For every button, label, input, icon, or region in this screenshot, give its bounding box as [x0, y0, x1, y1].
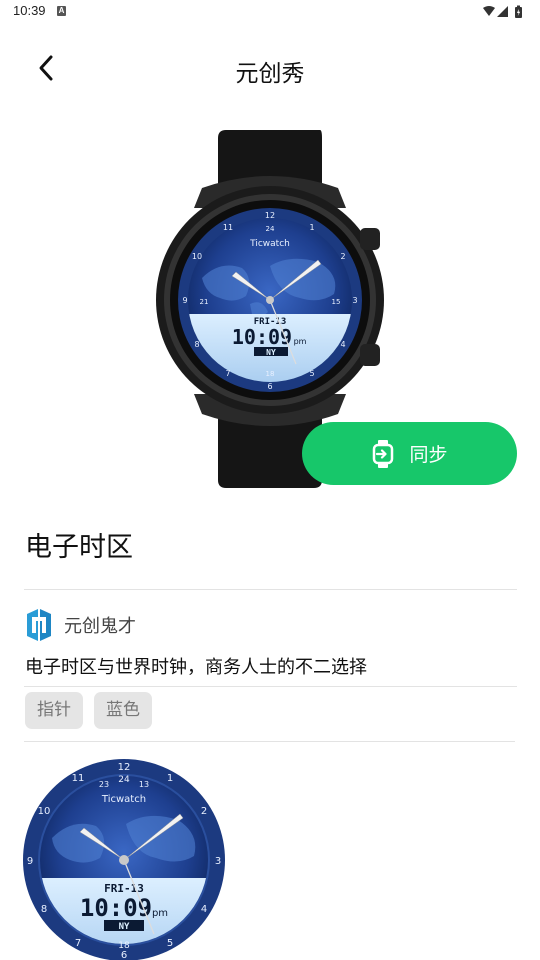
svg-text:21: 21: [200, 298, 209, 306]
svg-text:6: 6: [267, 382, 272, 391]
svg-text:12: 12: [265, 211, 275, 220]
svg-text:11: 11: [223, 223, 233, 232]
svg-text:3: 3: [215, 856, 221, 867]
svg-text:18: 18: [266, 370, 275, 378]
svg-text:NY: NY: [119, 922, 130, 932]
svg-text:1: 1: [167, 773, 173, 784]
svg-text:13: 13: [139, 780, 149, 789]
wifi-icon: [483, 6, 495, 16]
tag-item[interactable]: 指针: [25, 692, 83, 729]
svg-text:7: 7: [225, 369, 230, 378]
svg-text:15: 15: [332, 298, 341, 306]
svg-text:2: 2: [340, 252, 345, 261]
svg-text:NY: NY: [266, 348, 276, 357]
divider: [24, 741, 515, 742]
svg-text:10:09: 10:09: [232, 325, 292, 349]
svg-text:18: 18: [118, 941, 130, 951]
svg-text:9: 9: [182, 296, 187, 305]
svg-text:6: 6: [121, 950, 127, 960]
watch-sync-icon: [373, 439, 394, 468]
svg-text:Ticwatch: Ticwatch: [249, 239, 290, 249]
status-time: 10:39: [13, 3, 46, 18]
author-name: 元创鬼才: [64, 616, 136, 637]
app-bar: 元创秀: [0, 40, 540, 96]
svg-text:Ticwatch: Ticwatch: [101, 794, 146, 805]
sync-button[interactable]: 同步: [302, 422, 517, 485]
sync-button-label: 同步: [409, 444, 448, 466]
svg-text:5: 5: [309, 369, 314, 378]
svg-text:10: 10: [192, 252, 202, 261]
svg-text:3: 3: [352, 296, 357, 305]
svg-text:10: 10: [38, 806, 51, 817]
svg-text:4: 4: [201, 904, 207, 915]
svg-text:8: 8: [194, 340, 199, 349]
svg-text:pm: pm: [294, 337, 307, 346]
svg-text:10:09: 10:09: [80, 894, 152, 922]
svg-text:1: 1: [309, 223, 314, 232]
svg-text:7: 7: [75, 938, 81, 949]
author-row[interactable]: 元创鬼才: [24, 607, 136, 643]
tag-item[interactable]: 蓝色: [94, 692, 152, 729]
watch-face-preview: 12 1 2 3 4 5 6 7 8 9 10 11 24 23 13 18 T…: [22, 758, 226, 960]
svg-text:8: 8: [41, 904, 47, 915]
tag-list: 指针 蓝色: [25, 692, 152, 729]
notification-badge: A: [57, 6, 66, 16]
brand-logo-icon: [27, 609, 51, 641]
svg-text:24: 24: [266, 225, 275, 233]
svg-text:11: 11: [72, 773, 85, 784]
svg-text:24: 24: [118, 775, 130, 785]
svg-text:12: 12: [118, 762, 131, 773]
battery-icon: [515, 5, 522, 18]
description: 电子时区与世界时钟，商务人士的不二选择: [25, 657, 367, 678]
cellular-signal-icon: [497, 6, 508, 17]
svg-text:9: 9: [27, 856, 33, 867]
watch-face-name: 电子时区: [25, 532, 133, 563]
status-bar: 10:39 A: [0, 0, 540, 24]
divider: [24, 686, 517, 687]
svg-text:2: 2: [201, 806, 207, 817]
divider: [24, 589, 517, 590]
svg-text:4: 4: [340, 340, 345, 349]
page-title: 元创秀: [235, 61, 305, 87]
svg-text:5: 5: [167, 938, 173, 949]
svg-text:pm: pm: [152, 908, 168, 919]
svg-text:23: 23: [99, 780, 109, 789]
status-icons: [482, 4, 528, 18]
